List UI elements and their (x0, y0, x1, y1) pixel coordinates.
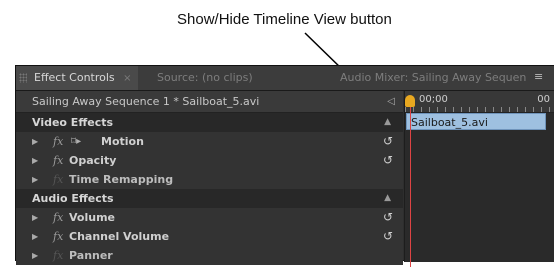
fx-icon[interactable]: fx (53, 132, 63, 151)
effect-row-channel-volume[interactable]: ▶ fx Channel Volume ↺ (16, 227, 403, 246)
reset-icon[interactable]: ↺ (383, 151, 393, 170)
reset-icon[interactable]: ↺ (383, 227, 393, 246)
fx-icon: fx (53, 249, 64, 262)
tab-source[interactable]: Source: (no clips) (157, 66, 253, 90)
effect-row-volume[interactable]: ▶ fx Volume ↺ (16, 208, 403, 227)
timecode-end: 00 (537, 94, 550, 105)
ruler-ticks (405, 107, 554, 112)
video-effects-header[interactable]: Video Effects ▲ (16, 113, 403, 132)
playhead-line (410, 107, 411, 267)
effect-label-volume: Volume (69, 211, 115, 224)
grip-icon[interactable] (19, 73, 27, 83)
expand-triangle-icon[interactable]: ▶ (32, 208, 38, 227)
timecode-start: 00;00 (419, 94, 448, 105)
effect-row-panner[interactable]: ▶ fx Panner (16, 246, 403, 265)
motion-transform-icon[interactable]: ⌑▸ (71, 132, 81, 151)
expand-triangle-icon[interactable]: ▶ (32, 227, 38, 246)
callout-label: Show/Hide Timeline View button (177, 11, 392, 28)
tab-effect-controls[interactable]: Effect Controls × (16, 66, 138, 90)
fx-icon[interactable]: fx (53, 208, 63, 227)
effect-controls-panel: Effect Controls × Source: (no clips) Aud… (15, 65, 554, 267)
close-icon[interactable]: × (123, 73, 131, 84)
show-hide-timeline-icon[interactable]: ◁ (387, 91, 395, 112)
panel-tab-bar: Effect Controls × Source: (no clips) Aud… (16, 66, 554, 91)
collapse-caret-icon[interactable]: ▲ (384, 113, 391, 132)
fx-icon[interactable]: fx (53, 151, 63, 170)
playhead-handle[interactable] (405, 95, 415, 107)
timeline-view[interactable]: 00;00 00 Sailboat_5.avi (404, 91, 554, 267)
effect-label-channel-volume: Channel Volume (69, 230, 170, 243)
tab-effect-controls-label: Effect Controls (34, 71, 115, 84)
expand-triangle-icon[interactable]: ▶ (32, 132, 38, 151)
clip-bar[interactable]: Sailboat_5.avi (406, 113, 546, 130)
panel-menu-icon[interactable]: ≡ (534, 71, 548, 83)
tab-audio-mixer[interactable]: Audio Mixer: Sailing Away Sequen (340, 66, 526, 90)
audio-effects-header[interactable]: Audio Effects ▲ (16, 189, 403, 208)
sequence-clip-row: Sailing Away Sequence 1 * Sailboat_5.avi… (16, 91, 403, 113)
audio-effects-label: Audio Effects (32, 192, 114, 205)
time-ruler[interactable]: 00;00 00 (405, 91, 554, 113)
expand-triangle-icon[interactable]: ▶ (32, 170, 38, 189)
expand-triangle-icon[interactable]: ▶ (32, 151, 38, 170)
fx-icon: fx (53, 173, 64, 186)
reset-icon[interactable]: ↺ (383, 132, 393, 151)
reset-icon[interactable]: ↺ (383, 208, 393, 227)
effect-label-motion: Motion (101, 135, 144, 148)
effect-row-motion[interactable]: ▶ fx ⌑▸ Motion ↺ (16, 132, 403, 151)
collapse-caret-icon[interactable]: ▲ (384, 189, 391, 208)
effect-label-time-remapping: Time Remapping (69, 173, 174, 186)
expand-triangle-icon[interactable]: ▶ (32, 246, 38, 265)
effects-list: Sailing Away Sequence 1 * Sailboat_5.avi… (16, 91, 403, 265)
effect-row-time-remapping[interactable]: ▶ fx Time Remapping (16, 170, 403, 189)
video-effects-label: Video Effects (32, 116, 114, 129)
effect-row-opacity[interactable]: ▶ fx Opacity ↺ (16, 151, 403, 170)
effect-label-panner: Panner (69, 249, 113, 262)
effect-label-opacity: Opacity (69, 154, 117, 167)
sequence-clip-label: Sailing Away Sequence 1 * Sailboat_5.avi (32, 95, 260, 108)
fx-icon[interactable]: fx (53, 227, 63, 246)
